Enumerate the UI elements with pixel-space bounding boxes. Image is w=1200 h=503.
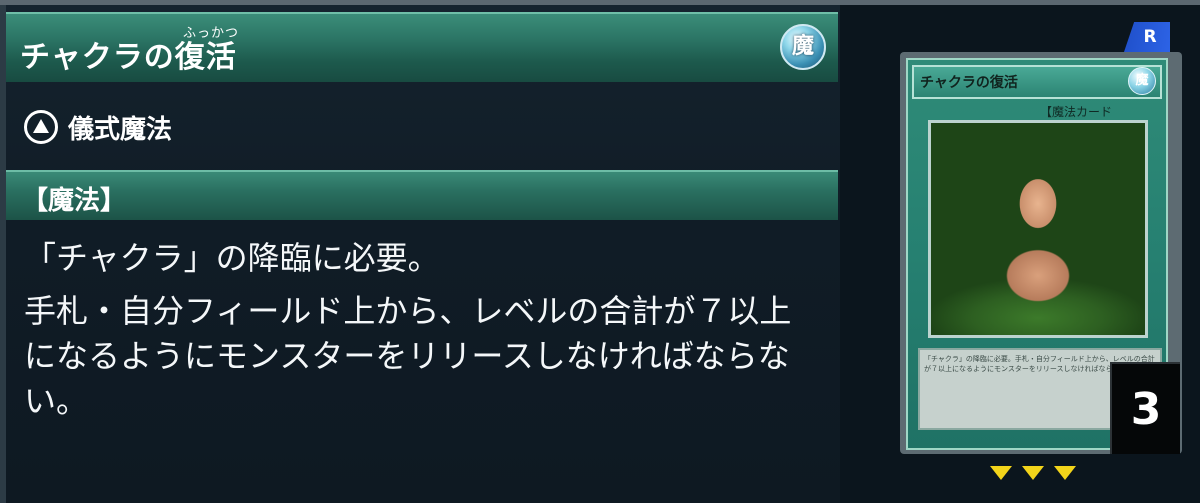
card-title: チャクラの復活 [20,40,237,75]
scroll-down-indicator[interactable] [990,466,1076,480]
card-artwork [928,120,1148,338]
down-arrow-icon [1054,466,1076,480]
card-type-label: 儀式魔法 [68,114,173,145]
ritual-spell-icon [24,110,58,144]
effect-line-1: 「チャクラ」の降臨に必要。 [24,239,440,277]
effect-text: 「チャクラ」の降臨に必要。 手札・自分フィールド上から、レベルの合計が７以上にな… [24,236,804,424]
card-attribute-icon: 魔 [1128,67,1156,95]
spell-attribute-icon: 魔 [780,24,826,70]
card-count: 3 [1110,362,1180,454]
effect-line-2: 手札・自分フィールド上から、レベルの合計が７以上になるようにモンスターをリリース… [24,292,792,420]
card-type-row: 儀式魔法 [24,105,172,149]
card-preview-name: チャクラの復活 [920,75,1018,91]
down-arrow-icon [1022,466,1044,480]
down-arrow-icon [990,466,1012,480]
card-preview-type: 【魔法カード [1040,105,1113,119]
category-bar [6,170,838,220]
category-label: 【魔法】 [22,186,127,216]
